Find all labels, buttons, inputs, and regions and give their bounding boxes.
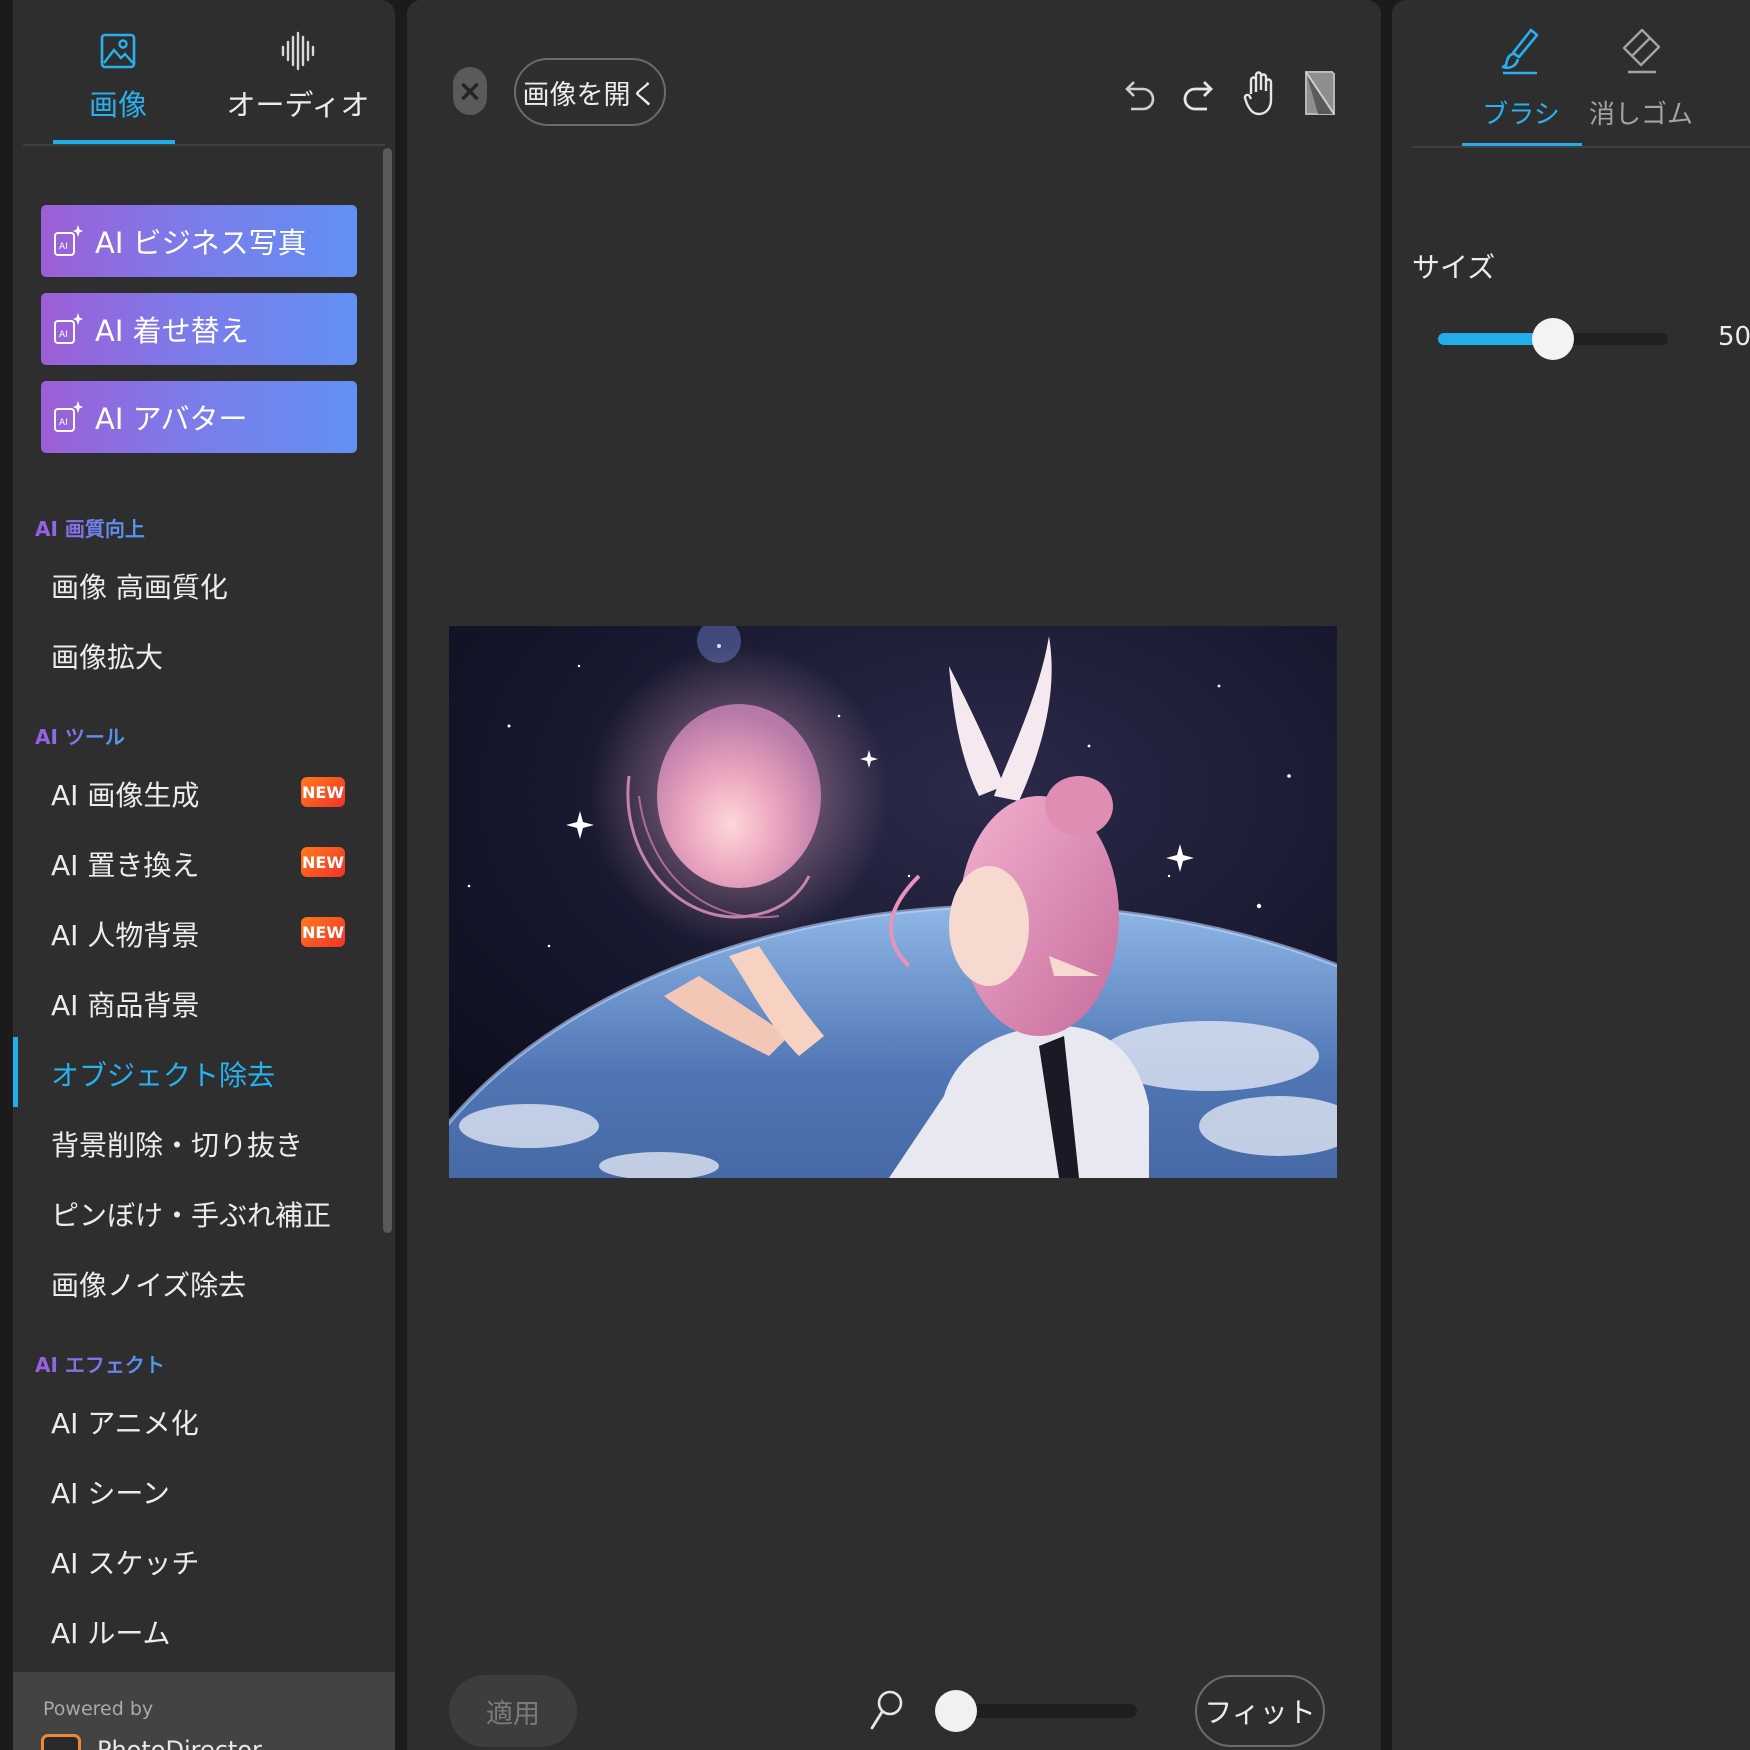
menu-item-deblur[interactable]: ピンぼけ・手ぶれ補正 xyxy=(51,1194,331,1234)
menu-item-enlarge[interactable]: 画像拡大 xyxy=(51,636,163,676)
fit-button[interactable]: フィット xyxy=(1195,1675,1325,1747)
tab-eraser[interactable]: 消しゴム xyxy=(1581,24,1701,131)
undo-button[interactable] xyxy=(1115,66,1163,120)
ai-sparkle-icon: AI xyxy=(54,401,83,432)
close-button[interactable]: × xyxy=(453,67,487,115)
compare-button[interactable] xyxy=(1296,66,1344,120)
close-icon: × xyxy=(457,73,483,109)
brush-icon xyxy=(1501,28,1539,75)
menu-item-ai-product-background[interactable]: AI 商品背景 xyxy=(51,984,199,1024)
tab-image[interactable]: 画像 xyxy=(33,24,203,124)
redo-icon xyxy=(1183,81,1213,111)
menu-item-ai-room[interactable]: AI ルーム xyxy=(51,1612,170,1652)
section-title-enhance: AI 画質向上 xyxy=(35,513,145,542)
new-badge: NEW xyxy=(301,777,345,807)
svg-text:AI: AI xyxy=(59,330,68,340)
ai-button-label: AI 着せ替え xyxy=(95,314,249,348)
tab-eraser-label: 消しゴム xyxy=(1588,100,1693,130)
left-panel: 画像 オーディオ AI AI ビジネス写真 AI AI 着せ替え AI AI ア… xyxy=(13,0,395,1750)
chevron-down-icon[interactable]: ⌄ xyxy=(347,1738,364,1750)
image-icon xyxy=(100,33,136,69)
menu-item-ai-anime[interactable]: AI アニメ化 xyxy=(51,1402,199,1442)
redo-button[interactable] xyxy=(1175,66,1223,120)
size-slider-thumb[interactable] xyxy=(1532,318,1574,360)
left-scrollbar[interactable] xyxy=(383,148,392,1233)
tab-brush-label: ブラシ xyxy=(1482,100,1560,130)
hand-pan-icon xyxy=(1243,71,1273,116)
pan-button[interactable] xyxy=(1236,66,1284,120)
section-title-tools: AI ツール xyxy=(35,721,125,750)
right-panel: ブラシ 消しゴム サイズ 50 xyxy=(1392,0,1750,1750)
powered-by-footer: Powered by PhotoDirector ⌄ xyxy=(13,1672,395,1750)
canvas-area: × 画像を開く 適用 フィット xyxy=(407,0,1381,1750)
new-badge: NEW xyxy=(301,917,345,947)
compare-icon xyxy=(1305,71,1335,115)
ai-outfit-button[interactable]: AI AI 着せ替え xyxy=(41,293,357,365)
menu-item-denoise[interactable]: 画像ノイズ除去 xyxy=(51,1264,246,1304)
new-badge: NEW xyxy=(301,847,345,877)
tab-divider xyxy=(1412,146,1750,148)
tab-audio[interactable]: オーディオ xyxy=(213,24,383,124)
canvas-image[interactable] xyxy=(449,626,1337,1178)
audio-wave-icon xyxy=(281,31,315,71)
size-value: 50 xyxy=(1718,322,1750,352)
undo-icon xyxy=(1125,81,1155,111)
tab-audio-label: オーディオ xyxy=(226,88,370,122)
ai-button-label: AI アバター xyxy=(95,402,248,436)
zoom-icon xyxy=(870,1690,903,1730)
ai-button-label: AI ビジネス写真 xyxy=(95,226,307,260)
size-label: サイズ xyxy=(1412,251,1496,284)
menu-item-ai-replace[interactable]: AI 置き換え xyxy=(51,844,199,884)
menu-item-ai-scene[interactable]: AI シーン xyxy=(51,1472,170,1512)
tab-divider xyxy=(23,144,385,146)
ai-business-photo-button[interactable]: AI AI ビジネス写真 xyxy=(41,205,357,277)
active-item-indicator xyxy=(13,1037,18,1107)
svg-text:AI: AI xyxy=(59,242,68,252)
ai-sparkle-icon: AI xyxy=(54,225,83,256)
menu-item-object-removal[interactable]: オブジェクト除去 xyxy=(51,1054,275,1094)
canvas-illustration xyxy=(449,626,1337,1178)
menu-item-ai-person-background[interactable]: AI 人物背景 xyxy=(51,914,199,954)
ai-sparkle-icon: AI xyxy=(54,313,83,344)
section-title-effects: AI エフェクト xyxy=(35,1349,165,1378)
menu-item-ai-sketch[interactable]: AI スケッチ xyxy=(51,1542,199,1582)
menu-item-background-removal[interactable]: 背景削除・切り抜き xyxy=(51,1124,303,1164)
powered-by-label: Powered by xyxy=(43,1698,154,1720)
zoom-button[interactable] xyxy=(867,1686,907,1736)
tab-image-label: 画像 xyxy=(88,88,147,122)
eraser-icon xyxy=(1622,28,1661,74)
svg-text:AI: AI xyxy=(59,418,68,428)
apply-button[interactable]: 適用 xyxy=(449,1675,577,1747)
tab-brush[interactable]: ブラシ xyxy=(1461,24,1581,131)
zoom-slider-thumb[interactable] xyxy=(935,1690,977,1732)
open-image-button[interactable]: 画像を開く xyxy=(514,58,666,126)
menu-item-ai-image-generation[interactable]: AI 画像生成 xyxy=(51,774,199,814)
ai-avatar-button[interactable]: AI AI アバター xyxy=(41,381,357,453)
brand-logo xyxy=(41,1734,81,1750)
brand-name: PhotoDirector xyxy=(97,1736,262,1750)
menu-item-upscale-quality[interactable]: 画像 高画質化 xyxy=(51,566,228,606)
